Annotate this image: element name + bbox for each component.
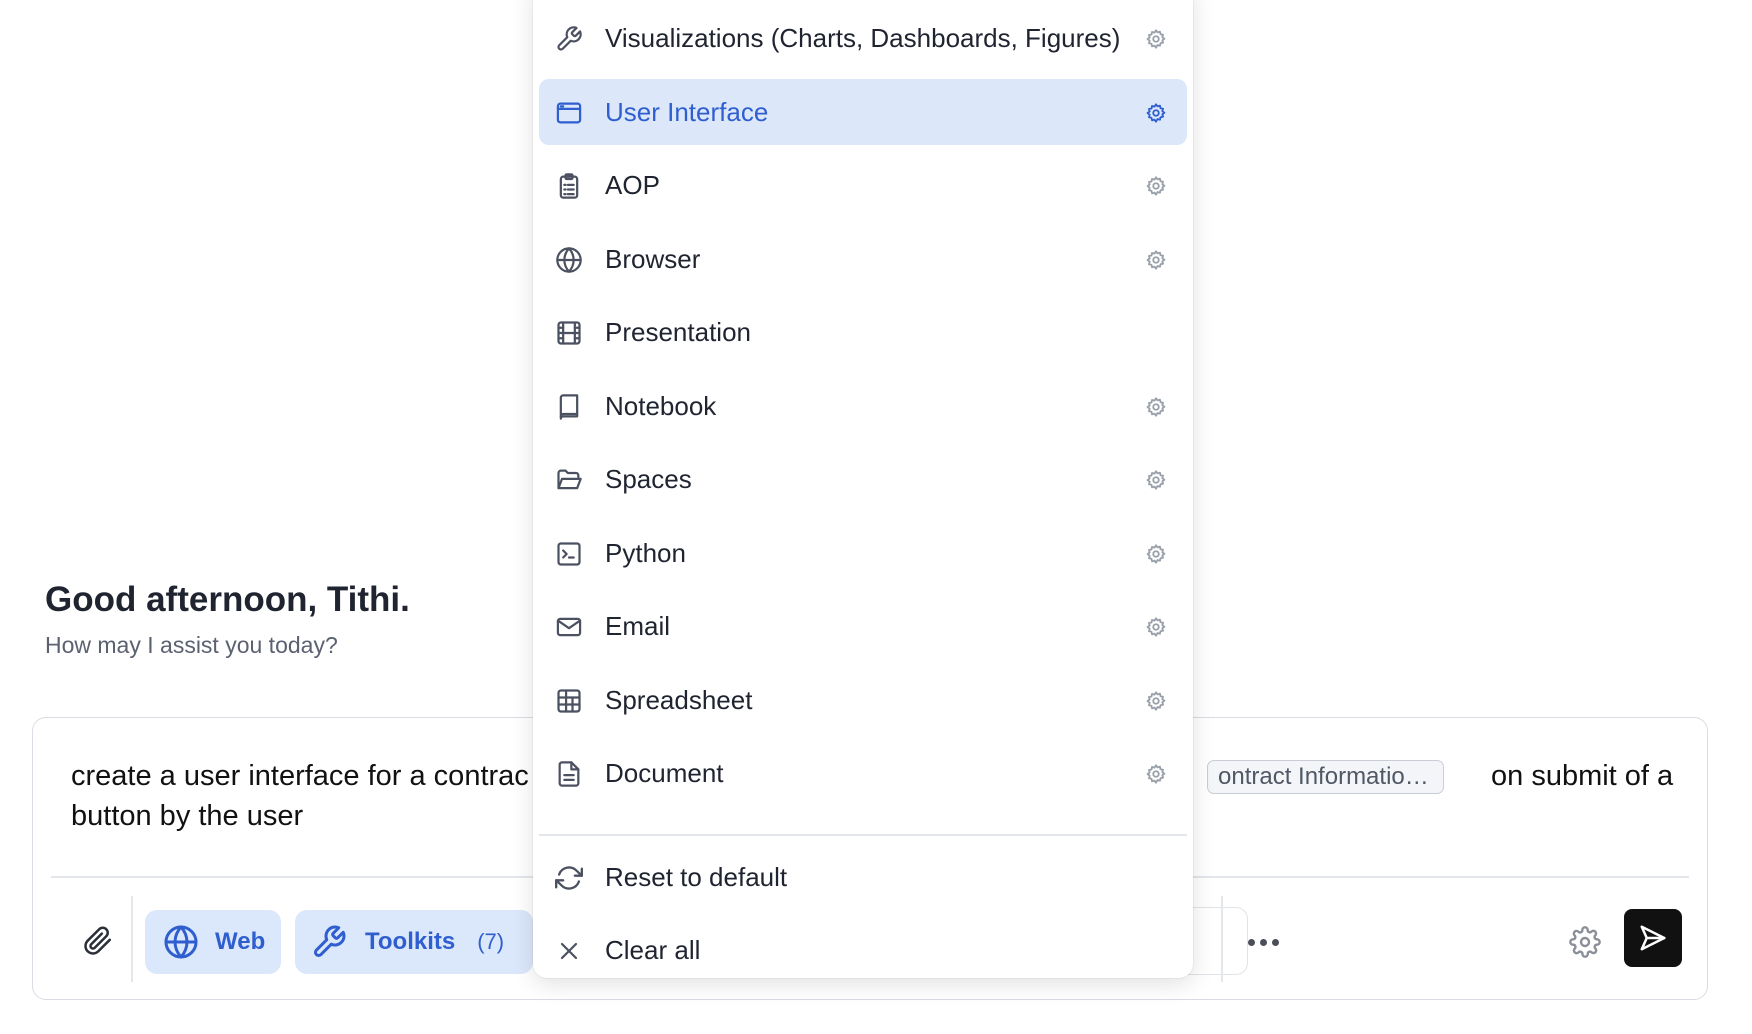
menu-item-label: Document xyxy=(605,758,724,788)
menu-item-user[interactable]: User Interface xyxy=(539,78,1187,145)
wrench-icon xyxy=(555,25,583,53)
menu-item-aop[interactable]: AOP xyxy=(539,152,1187,218)
toolkit-dropdown-menu: Visualizations (Charts, Dashboards, Figu… xyxy=(533,0,1193,978)
table-icon xyxy=(555,687,583,715)
menu-item-presentation[interactable]: Presentation xyxy=(539,299,1187,365)
greeting: Good afternoon, Tithi. How may I assist … xyxy=(45,578,410,660)
gear-icon[interactable] xyxy=(1145,469,1167,491)
toolbar-separator xyxy=(131,896,133,982)
menu-item-notebook[interactable]: Notebook xyxy=(539,373,1187,439)
menu-item-label: User Interface xyxy=(605,96,769,127)
clear-all-label: Clear all xyxy=(605,935,701,965)
menu-item-browser[interactable]: Browser xyxy=(539,226,1187,292)
menu-item-email[interactable]: Email xyxy=(539,593,1187,659)
menu-item-label: AOP xyxy=(605,170,660,200)
gear-icon[interactable] xyxy=(1145,543,1167,565)
wrench-icon xyxy=(314,925,346,957)
clear-all-button[interactable]: Clear all xyxy=(539,920,1187,982)
toolbar-separator-right xyxy=(1221,896,1223,982)
more-options-button[interactable] xyxy=(1233,922,1293,962)
menu-item-label: Spaces xyxy=(605,464,692,494)
greeting-subtitle: How may I assist you today? xyxy=(45,632,338,658)
dot-icon xyxy=(1247,938,1255,946)
toolkits-button[interactable]: Toolkits (7) xyxy=(295,910,533,974)
menu-item-spaces[interactable]: Spaces xyxy=(539,446,1187,512)
menu-item-label: Presentation xyxy=(605,317,751,347)
prompt-text-after-chip: on submit of a xyxy=(1491,760,1674,792)
menu-item-spreadsheet[interactable]: Spreadsheet xyxy=(539,667,1187,733)
reset-to-default-button[interactable]: Reset to default xyxy=(539,847,1187,909)
gear-icon[interactable] xyxy=(1145,175,1167,197)
reference-chip[interactable]: ontract Informatio… xyxy=(1207,760,1444,794)
menu-item-document[interactable]: Document xyxy=(539,740,1187,806)
web-label: Web xyxy=(215,928,266,955)
mail-icon xyxy=(555,613,583,641)
menu-item-label: Python xyxy=(605,537,686,568)
gear-icon xyxy=(1569,926,1601,958)
clipboard-list-icon xyxy=(555,172,583,200)
toolkits-label: Toolkits xyxy=(365,928,456,955)
menu-item-visualizations[interactable]: Visualizations (Charts, Dashboards, Figu… xyxy=(539,5,1187,71)
document-icon xyxy=(555,760,583,788)
attach-button[interactable] xyxy=(73,916,123,966)
toolkits-count: (7) xyxy=(477,929,505,954)
film-icon xyxy=(555,319,583,347)
gear-icon[interactable] xyxy=(1145,616,1167,638)
dot-icon xyxy=(1271,938,1279,946)
gear-icon[interactable] xyxy=(1145,249,1167,271)
gear-icon[interactable] xyxy=(1145,763,1167,785)
menu-item-label: Notebook xyxy=(605,390,717,421)
greeting-title: Good afternoon, Tithi. xyxy=(45,580,410,619)
gear-icon[interactable] xyxy=(1145,690,1167,712)
toolkit-list: Visualizations (Charts, Dashboards, Figu… xyxy=(539,5,1187,814)
send-button[interactable] xyxy=(1624,909,1682,967)
window-icon xyxy=(555,99,583,127)
close-icon xyxy=(555,937,583,965)
menu-item-label: Visualizations (Charts, Dashboards, Figu… xyxy=(605,23,1121,53)
dot-icon xyxy=(1259,938,1267,946)
web-toggle-button[interactable]: Web xyxy=(145,910,281,974)
refresh-icon xyxy=(555,864,583,892)
menu-divider xyxy=(539,834,1187,836)
globe-icon xyxy=(164,925,198,959)
globe-icon xyxy=(555,246,583,274)
menu-item-label: Email xyxy=(605,611,671,641)
book-icon xyxy=(555,393,583,421)
terminal-icon xyxy=(555,540,583,568)
reset-label: Reset to default xyxy=(605,862,788,892)
menu-item-python[interactable]: Python xyxy=(539,520,1187,586)
gear-icon[interactable] xyxy=(1145,102,1167,124)
composer-settings-button[interactable] xyxy=(1563,920,1607,964)
menu-item-label: Browser xyxy=(605,243,701,274)
folder-open-icon xyxy=(555,466,583,494)
send-icon xyxy=(1640,925,1666,951)
menu-item-label: Spreadsheet xyxy=(605,684,753,715)
paperclip-icon xyxy=(84,926,112,955)
gear-icon[interactable] xyxy=(1145,396,1167,418)
gear-icon[interactable] xyxy=(1145,28,1167,50)
prompt-text-start: create a user interface for a contrac xyxy=(71,760,529,792)
